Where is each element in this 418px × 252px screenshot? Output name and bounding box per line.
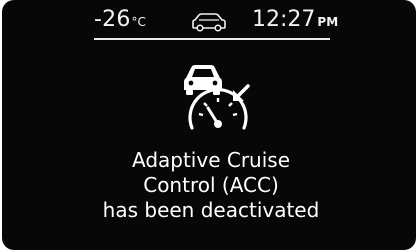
speedometer-icon	[188, 88, 248, 130]
message-line-1: Adaptive Cruise	[131, 148, 291, 172]
message-line-3: has been deactivated	[102, 198, 320, 222]
cluster-display: -26 °C 12:27 PM Adaptive Cruise Control …	[2, 0, 416, 250]
clock-ampm: PM	[317, 15, 339, 29]
message-line-2: Control (ACC)	[143, 173, 279, 197]
warning-message: Adaptive Cruise Control (ACC) has been d…	[62, 148, 360, 223]
status-bar: -26 °C 12:27 PM	[94, 6, 338, 40]
clock-time: 12:27	[252, 7, 316, 32]
outside-temperature: -26 °C	[94, 7, 146, 35]
temperature-unit: °C	[131, 15, 146, 29]
clock: 12:27 PM	[252, 7, 338, 35]
acc-icon	[184, 65, 250, 130]
car-outline-icon	[192, 13, 226, 32]
temperature-value: -26	[94, 7, 131, 32]
